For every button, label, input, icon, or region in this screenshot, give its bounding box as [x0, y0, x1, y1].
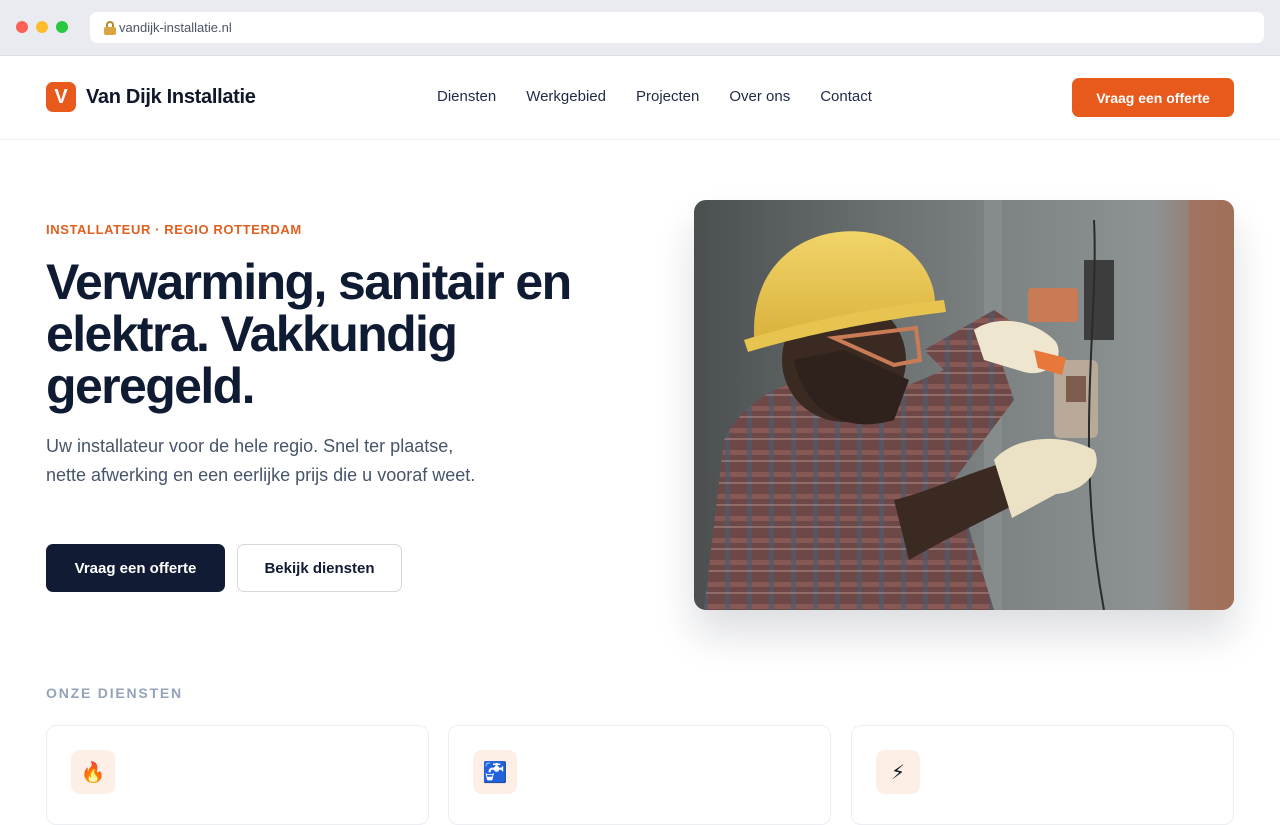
service-card-heating[interactable]: 🔥: [46, 725, 429, 825]
address-bar[interactable]: vandijk-installatie.nl: [90, 12, 1264, 43]
hero-headline: Verwarming, sanitair en elektra. Vakkund…: [46, 254, 572, 414]
close-window-button[interactable]: [16, 21, 28, 33]
lock-icon: [104, 20, 116, 35]
url-text: vandijk-installatie.nl: [119, 20, 232, 35]
header-quote-button[interactable]: Vraag een offerte: [1072, 78, 1234, 117]
nav-link-werkgebied[interactable]: Werkgebied: [526, 88, 606, 105]
nav-link-projecten[interactable]: Projecten: [636, 88, 699, 105]
main-nav: Diensten Werkgebied Projecten Over ons C…: [437, 88, 872, 105]
hero-photo-electrician: [694, 200, 1234, 610]
faucet-icon: 🚰: [473, 750, 517, 794]
brand-name: Van Dijk Installatie: [86, 85, 256, 108]
services-section-title: ONZE DIENSTEN: [46, 685, 183, 701]
service-card-plumbing[interactable]: 🚰: [448, 725, 831, 825]
nav-link-diensten[interactable]: Diensten: [437, 88, 496, 105]
nav-link-contact[interactable]: Contact: [820, 88, 872, 105]
service-card-electrical[interactable]: ⚡: [851, 725, 1234, 825]
site-header: V Van Dijk Installatie Diensten Werkgebi…: [0, 56, 1280, 140]
logo[interactable]: V Van Dijk Installatie: [46, 82, 256, 112]
hero-quote-button[interactable]: Vraag een offerte: [46, 544, 225, 592]
lightning-icon: ⚡: [876, 750, 920, 794]
hero-lead: Uw installateur voor de hele regio. Snel…: [46, 436, 476, 485]
browser-chrome: vandijk-installatie.nl: [0, 0, 1280, 56]
flame-icon: 🔥: [71, 750, 115, 794]
maximize-window-button[interactable]: [56, 21, 68, 33]
view-services-button[interactable]: Bekijk diensten: [237, 544, 402, 592]
hero-eyebrow: INSTALLATEUR · REGIO ROTTERDAM: [46, 222, 302, 237]
minimize-window-button[interactable]: [36, 21, 48, 33]
nav-link-over-ons[interactable]: Over ons: [729, 88, 790, 105]
logo-mark: V: [46, 82, 76, 112]
